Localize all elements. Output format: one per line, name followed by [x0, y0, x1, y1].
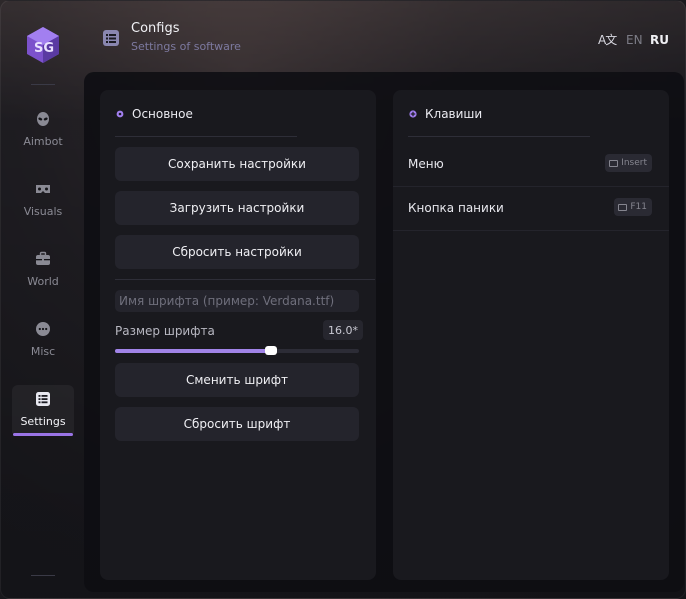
sidebar-item-label: Visuals — [23, 205, 63, 218]
sidebar-divider-bottom — [31, 575, 55, 576]
page-title: Configs — [131, 21, 180, 36]
keyboard-icon — [618, 203, 628, 211]
keybind-label: Меню — [408, 157, 444, 171]
sidebar-item-label: Aimbot — [23, 135, 63, 148]
svg-text:SG: SG — [34, 41, 54, 56]
keybind-key: F11 — [630, 202, 647, 212]
keys-card-title: Клавиши — [409, 107, 482, 121]
font-size-slider[interactable] — [115, 346, 359, 355]
ellipsis-circle-icon — [36, 322, 50, 336]
sidebar-item-visuals[interactable]: Visuals — [12, 175, 74, 235]
keybind-key: Insert — [621, 158, 647, 168]
alien-icon — [37, 112, 49, 126]
general-card-title: Основное — [116, 107, 193, 121]
keyboard-icon — [609, 159, 619, 167]
keybind-row-menu[interactable]: Меню Insert — [393, 143, 669, 187]
briefcase-icon — [36, 251, 50, 265]
font-size-value: 16.0* — [323, 320, 363, 340]
sidebar-item-label: Misc — [30, 345, 56, 358]
sidebar-item-label: Settings — [20, 415, 66, 428]
plus-circle-icon — [409, 110, 417, 118]
lang-ru-button[interactable]: RU — [650, 33, 669, 47]
keybind-label: Кнопка паники — [408, 201, 504, 215]
list-icon — [36, 392, 50, 406]
save-settings-button[interactable]: Сохранить настройки — [115, 147, 359, 181]
translate-icon: A文 — [598, 33, 617, 47]
sidebar-divider-top — [31, 84, 55, 85]
gear-icon — [116, 110, 124, 118]
keys-title-text: Клавиши — [425, 107, 483, 121]
font-section-divider — [115, 279, 375, 280]
reset-font-button[interactable]: Сбросить шрифт — [115, 407, 359, 441]
page-subtitle: Settings of software — [131, 40, 241, 53]
font-size-slider-fill — [115, 349, 272, 353]
app-window: SG Configs Settings of software A文 EN RU… — [0, 0, 686, 599]
general-divider — [115, 136, 297, 137]
sidebar-item-aimbot[interactable]: Aimbot — [12, 105, 74, 165]
keybind-badge[interactable]: F11 — [614, 198, 652, 216]
load-settings-button[interactable]: Загрузить настройки — [115, 191, 359, 225]
general-title-text: Основное — [132, 107, 193, 121]
keybind-row-panic[interactable]: Кнопка паники F11 — [393, 187, 669, 231]
sidebar-item-settings[interactable]: Settings — [12, 385, 74, 436]
sg-logo: SG — [27, 27, 59, 63]
font-name-input[interactable]: Имя шрифта (пример: Verdana.ttf) — [115, 290, 359, 312]
font-size-label: Размер шрифта — [115, 324, 215, 338]
sidebar-item-misc[interactable]: Misc — [12, 315, 74, 375]
keybind-badge[interactable]: Insert — [605, 154, 652, 172]
vr-goggles-icon — [36, 185, 50, 193]
font-size-slider-handle[interactable] — [265, 346, 278, 355]
lang-en-button[interactable]: EN — [626, 33, 643, 47]
keys-divider — [408, 136, 590, 137]
list-icon — [103, 30, 119, 46]
reset-settings-button[interactable]: Сбросить настройки — [115, 235, 359, 269]
sidebar-item-label: World — [27, 275, 59, 288]
change-font-button[interactable]: Сменить шрифт — [115, 363, 359, 397]
sidebar-item-world[interactable]: World — [12, 245, 74, 305]
row-separator — [393, 230, 669, 231]
active-indicator — [13, 433, 73, 436]
